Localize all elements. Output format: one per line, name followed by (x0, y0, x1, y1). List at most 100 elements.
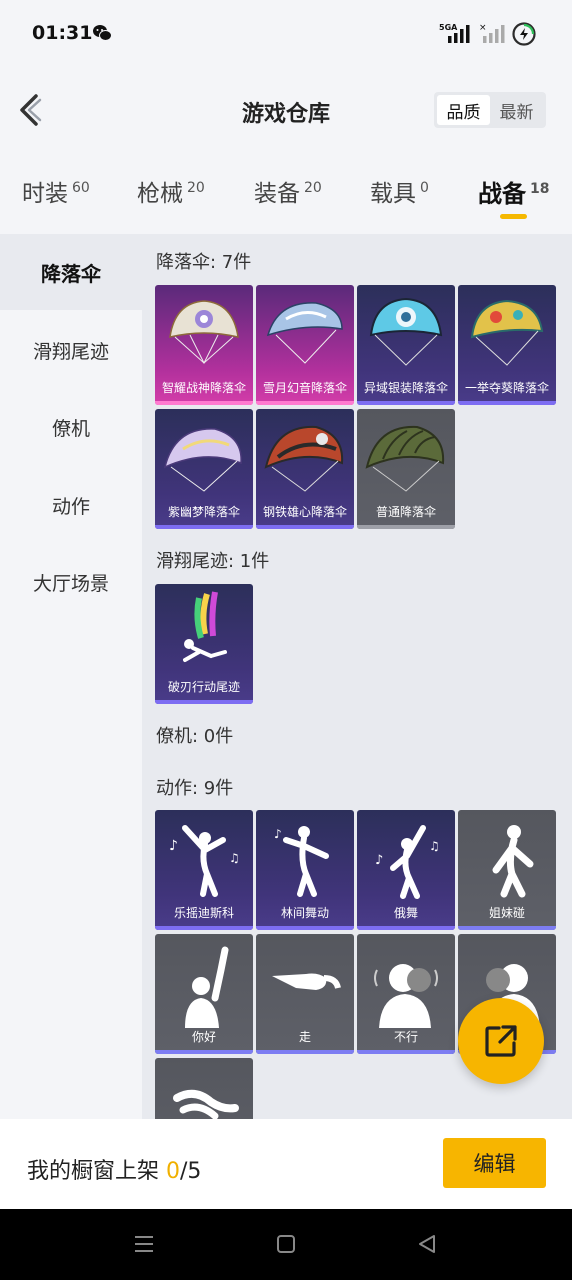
emote-image (374, 964, 438, 1028)
item-card[interactable]: 你好 (155, 934, 253, 1054)
showcase-bar: 我的橱窗上架 0/5 编辑 (0, 1119, 572, 1209)
item-card[interactable]: 不行 (357, 934, 455, 1054)
item-name: 智耀战神降落伞 (161, 381, 246, 395)
battery-charging-icon (512, 22, 536, 46)
inventory-content: 降落伞: 7件 智耀战神降落伞 雪月幻音降落伞 异域银装降落伞 一举夺葵降落伞 … (142, 234, 572, 1119)
item-name: 紫幽梦降落伞 (167, 505, 240, 519)
rarity-bar (256, 525, 354, 529)
sidebar-item-glide-trail[interactable]: 滑翔尾迹 (0, 312, 142, 388)
item-card[interactable]: ♪ 林间舞动 (256, 810, 354, 930)
item-card[interactable]: 紫幽梦降落伞 (155, 409, 253, 529)
home-icon[interactable] (275, 1233, 297, 1255)
item-name: 走 (298, 1030, 311, 1044)
section-title-wingman: 僚机: 0件 (156, 726, 234, 747)
tab-guns[interactable]: 枪械 20 (137, 174, 205, 208)
rarity-bar (155, 700, 253, 704)
parachute-image (470, 299, 544, 366)
system-nav-bar (0, 1209, 572, 1280)
active-tab-indicator (500, 214, 527, 219)
parachute-image (264, 425, 344, 492)
parachute-image (266, 302, 343, 364)
rarity-bar (458, 926, 556, 930)
status-time: 01:31 (32, 22, 93, 44)
item-name: 你好 (191, 1030, 216, 1044)
rarity-bar (357, 926, 455, 930)
parachute-image (169, 300, 239, 365)
item-card[interactable]: 智耀战神降落伞 (155, 285, 253, 405)
item-card[interactable]: 雪月幻音降落伞 (256, 285, 354, 405)
svg-text:♪: ♪ (375, 853, 383, 868)
item-card[interactable]: 异域银装降落伞 (357, 285, 455, 405)
section-title-parachute: 降落伞: 7件 (156, 252, 252, 273)
rarity-bar (155, 401, 253, 405)
item-name: 异域银装降落伞 (363, 381, 448, 395)
signal-5g-icon: 5GA (439, 23, 470, 43)
rarity-bar (256, 1050, 354, 1054)
sidebar-item-emotes[interactable]: 动作 (0, 467, 142, 543)
showcase-label: 我的橱窗上架 0/5 (27, 1159, 202, 1184)
parachute-image (163, 428, 242, 492)
signal-icon: × (479, 23, 505, 43)
sort-toggle: 品质 最新 (434, 92, 546, 128)
sidebar: 降落伞 滑翔尾迹 僚机 动作 大厅场景 (0, 234, 142, 1119)
rarity-bar (357, 1050, 455, 1054)
sort-latest-button[interactable]: 最新 (490, 95, 543, 125)
parachute-image (365, 425, 445, 492)
edit-button[interactable]: 编辑 (443, 1138, 546, 1188)
emote-image: ♪♫ (375, 825, 440, 899)
rarity-bar (256, 926, 354, 930)
emote-image (272, 973, 341, 990)
showcase-count: 0 (166, 1159, 180, 1184)
rarity-bar (458, 401, 556, 405)
item-card[interactable]: 姐妹碰 (458, 810, 556, 930)
item-card[interactable]: ♪ ♫ 俄舞 (357, 810, 455, 930)
item-card[interactable]: 一举夺葵降落伞 (458, 285, 556, 405)
section-title-emotes: 动作: 9件 (156, 778, 234, 799)
sidebar-item-lobby-scene[interactable]: 大厅场景 (0, 544, 142, 620)
item-name: 钢铁雄心降落伞 (262, 505, 347, 519)
sidebar-item-wingman[interactable]: 僚机 (0, 389, 142, 465)
svg-text:♪: ♪ (169, 838, 178, 854)
share-button[interactable] (458, 998, 544, 1084)
rarity-bar (357, 401, 455, 405)
parachute-image (369, 297, 443, 366)
item-card[interactable] (155, 1058, 253, 1119)
item-name: 不行 (393, 1030, 418, 1044)
rarity-bar (357, 525, 455, 529)
emote-image: ♪ (274, 826, 329, 897)
item-name: 破刃行动尾迹 (167, 680, 240, 694)
item-name: 一举夺葵降落伞 (464, 381, 549, 395)
rarity-bar (155, 926, 253, 930)
item-name: 姐妹碰 (488, 906, 525, 920)
item-card[interactable]: 破刃行动尾迹 (155, 584, 253, 704)
tab-equipment[interactable]: 装备 20 (254, 174, 322, 208)
item-card[interactable]: 走 (256, 934, 354, 1054)
emote-image (492, 825, 534, 898)
svg-text:×: × (479, 23, 487, 33)
svg-text:♪: ♪ (274, 827, 282, 841)
tab-combat-prep[interactable]: 战备 18 (478, 174, 549, 209)
item-name: 乐摇迪斯科 (173, 906, 234, 920)
back-icon[interactable] (416, 1233, 438, 1255)
item-name: 雪月幻音降落伞 (262, 381, 347, 395)
rarity-bar (155, 525, 253, 529)
item-name: 普通降落伞 (375, 505, 436, 519)
header: 游戏仓库 品质 最新 (0, 68, 572, 154)
tab-vehicles[interactable]: 载具 0 (370, 174, 429, 208)
menu-icon[interactable] (133, 1233, 155, 1255)
rarity-bar (256, 401, 354, 405)
item-card[interactable]: 普通降落伞 (357, 409, 455, 529)
emote-image (185, 946, 229, 1028)
svg-text:5GA: 5GA (439, 23, 458, 32)
sort-quality-button[interactable]: 品质 (437, 95, 490, 125)
trail-image (183, 591, 227, 662)
sidebar-item-parachute[interactable]: 降落伞 (0, 234, 142, 310)
emote-image: ♪♫ (169, 825, 240, 897)
item-card[interactable]: ♪ ♫ 乐摇迪斯科 (155, 810, 253, 930)
item-card[interactable]: 钢铁雄心降落伞 (256, 409, 354, 529)
external-link-icon (485, 1025, 517, 1057)
status-bar: 01:31 5GA × (0, 0, 572, 68)
rarity-bar (155, 1050, 253, 1054)
tab-fashion[interactable]: 时装 60 (22, 174, 90, 208)
category-tabs: 时装 60 枪械 20 装备 20 载具 0 战备 18 (0, 160, 572, 226)
